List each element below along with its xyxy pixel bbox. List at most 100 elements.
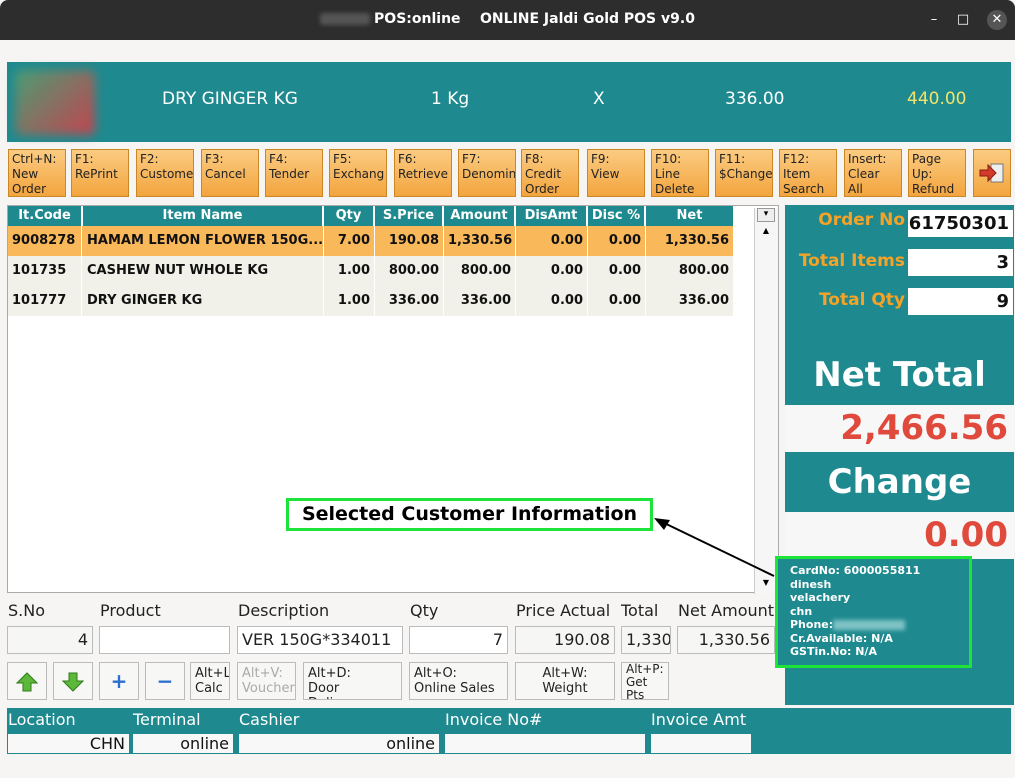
terminal-value: online	[133, 734, 233, 753]
scroll-up-icon[interactable]: ▲	[757, 226, 775, 240]
col-qty[interactable]: Qty	[324, 206, 374, 226]
current-item-amount: 440.00	[907, 89, 967, 109]
table-row[interactable]: 101777 DRY GINGER KG 1.00 336.00 336.00 …	[8, 286, 734, 316]
sno-label: S.No	[8, 601, 45, 620]
current-item-price: 336.00	[725, 89, 785, 109]
total-field: 1,330	[621, 626, 671, 654]
price-actual-field: 190.08	[515, 626, 615, 654]
plus-icon: +	[110, 669, 128, 693]
col-disamt[interactable]: DisAmt	[516, 206, 587, 226]
arrow-down-icon	[61, 672, 85, 692]
qty-input[interactable]: 7	[409, 626, 508, 654]
clear-all-button[interactable]: Insert: Clear All	[844, 149, 902, 197]
order-no-label: Order No	[818, 210, 905, 230]
add-button[interactable]: +	[99, 662, 139, 700]
customer-gstin: GSTin.No: N/A	[790, 645, 877, 658]
invoice-amt-label: Invoice Amt	[651, 710, 747, 729]
invoice-no-label: Invoice No#	[445, 710, 543, 729]
invoice-amt-value	[651, 734, 751, 753]
customer-area: velachery	[790, 591, 851, 604]
col-item-name[interactable]: Item Name	[83, 206, 323, 226]
retrieve-button[interactable]: F6: Retrieve	[394, 149, 452, 197]
net-amount-label: Net Amount	[678, 601, 775, 620]
net-total-label: Net Total	[813, 355, 986, 395]
qty-label: Qty	[410, 601, 439, 620]
customer-city: chn	[790, 604, 813, 618]
title-bar: POS:online ONLINE Jaldi Gold POS v9.0 – …	[0, 0, 1015, 40]
window-title: POS:online ONLINE Jaldi Gold POS v9.0	[374, 11, 695, 27]
product-label: Product	[100, 601, 161, 620]
scroll-menu-icon[interactable]: ▾	[757, 208, 775, 222]
net-amount-field: 1,330.56	[677, 626, 775, 654]
table-row[interactable]: 9008278 HAMAM LEMON FLOWER 150G... 7.00 …	[8, 226, 734, 256]
product-input[interactable]	[99, 626, 230, 654]
callout-arrow-icon	[654, 518, 775, 577]
exchange-button[interactable]: F5: Exchang	[329, 149, 387, 197]
credit-order-button[interactable]: F8: Credit Order	[521, 149, 579, 197]
total-items-value: 3	[908, 249, 1013, 276]
sno-field: 4	[7, 626, 93, 654]
pos-window: POS:online ONLINE Jaldi Gold POS v9.0 – …	[0, 0, 1015, 778]
price-actual-label: Price Actual	[516, 601, 611, 620]
weight-button[interactable]: Alt+W: Weight	[515, 662, 615, 700]
calc-button[interactable]: Alt+L: Calc	[190, 662, 230, 700]
customer-info-box: CardNo: 6000055811 dinesh velachery chn …	[775, 556, 972, 668]
close-button[interactable]: ✕	[987, 10, 1007, 30]
location-value: CHN	[8, 734, 129, 753]
customer-button[interactable]: F2: Custome	[136, 149, 194, 197]
current-item-banner: DRY GINGER KG 1 Kg X 336.00 440.00	[7, 62, 1011, 142]
customer-card-no: CardNo: 6000055811	[790, 564, 921, 577]
current-item-name: DRY GINGER KG	[162, 89, 298, 109]
change-label: Change	[827, 462, 972, 502]
total-qty-label: Total Qty	[818, 290, 905, 310]
refund-button[interactable]: Page Up: Refund	[908, 149, 966, 197]
customer-info-callout: Selected Customer Information	[286, 498, 653, 531]
move-down-button[interactable]	[53, 662, 93, 700]
voucher-button[interactable]: Alt+V: Voucher	[237, 662, 296, 700]
view-button[interactable]: F9: View	[587, 149, 645, 197]
col-net-amount[interactable]: Net Amount	[646, 206, 734, 243]
total-qty-value: 9	[908, 288, 1013, 315]
door-delivery-button[interactable]: Alt+D: Door Delivery	[303, 662, 402, 700]
new-order-button[interactable]: Ctrl+N: New Order	[8, 149, 66, 197]
customer-phone-label: Phone:	[790, 618, 834, 631]
customer-name: dinesh	[790, 577, 832, 591]
denomination-button[interactable]: F7: Denomin	[458, 149, 516, 197]
online-sales-button[interactable]: Alt+O: Online Sales	[409, 662, 508, 700]
line-delete-button[interactable]: F10: Line Delete	[651, 149, 709, 197]
cancel-button[interactable]: F3: Cancel	[201, 149, 259, 197]
redacted-phone	[833, 620, 906, 630]
get-points-button[interactable]: Alt+P: Get Pts	[621, 662, 669, 700]
cashier-value: online	[239, 734, 439, 753]
col-disc-pct[interactable]: Disc %	[588, 206, 645, 226]
col-sprice[interactable]: S.Price	[375, 206, 443, 226]
change-button[interactable]: F11: $Change	[715, 149, 773, 197]
total-label: Total	[621, 601, 659, 620]
current-item-unit: 1 Kg	[431, 89, 470, 109]
minus-icon: −	[156, 669, 174, 693]
terminal-label: Terminal	[133, 710, 201, 729]
minimize-button[interactable]: –	[924, 10, 944, 30]
exit-button[interactable]	[973, 149, 1011, 197]
status-footer: Location CHN Terminal online Cashier onl…	[7, 708, 1011, 754]
item-search-button[interactable]: F12: Item Search	[779, 149, 837, 197]
invoice-no-value	[445, 734, 645, 753]
location-label: Location	[8, 710, 76, 729]
col-itcode[interactable]: It.Code	[8, 206, 82, 226]
change-value: 0.00	[785, 512, 1014, 559]
cashier-label: Cashier	[239, 710, 300, 729]
description-field[interactable]: VER 150G*334011	[237, 626, 403, 654]
store-logo	[15, 70, 95, 135]
total-items-label: Total Items	[798, 251, 905, 271]
move-up-button[interactable]	[7, 662, 47, 700]
tender-button[interactable]: F4: Tender	[265, 149, 323, 197]
col-amount[interactable]: Amount	[444, 206, 515, 226]
table-row[interactable]: 101735 CASHEW NUT WHOLE KG 1.00 800.00 8…	[8, 256, 734, 286]
maximize-button[interactable]: □	[953, 10, 973, 30]
reprint-button[interactable]: F1: RePrint	[71, 149, 129, 197]
net-total-value: 2,466.56	[785, 405, 1014, 452]
remove-button[interactable]: −	[145, 662, 185, 700]
redacted-store-name	[320, 13, 371, 25]
description-label: Description	[238, 601, 330, 620]
customer-credit: Cr.Available: N/A	[790, 631, 893, 645]
